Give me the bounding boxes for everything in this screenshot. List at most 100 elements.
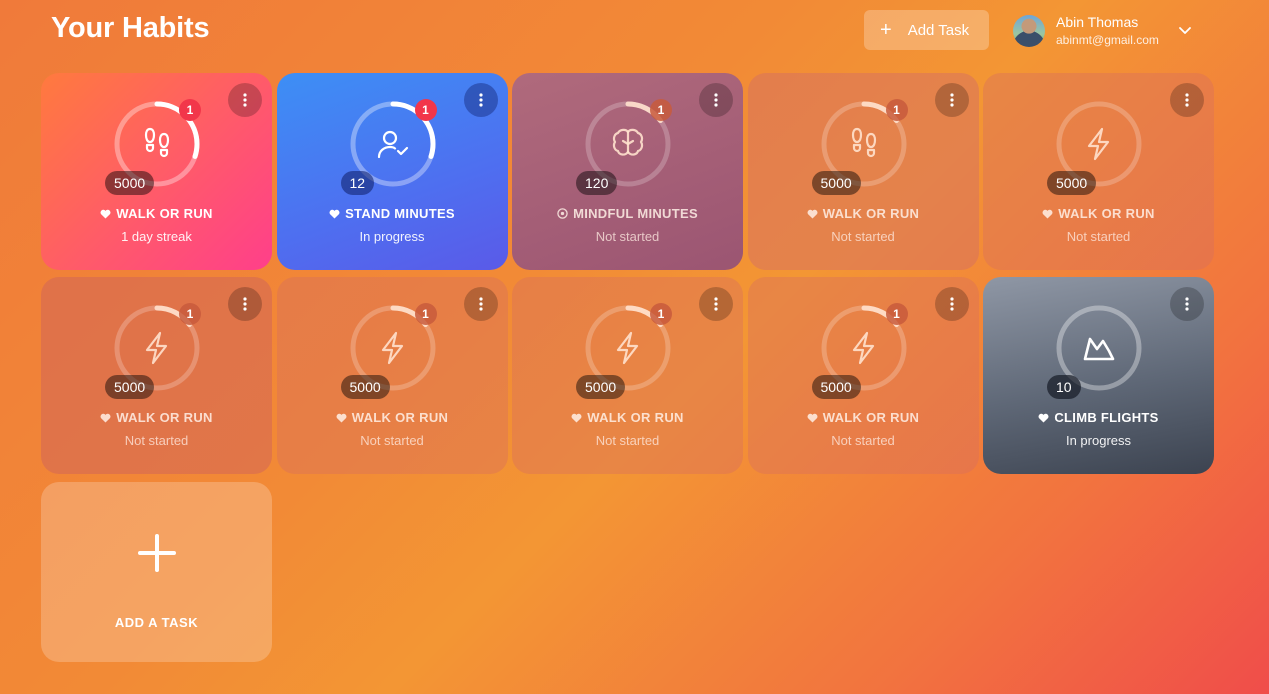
goal-count: 12 <box>340 171 375 195</box>
habit-status: Not started <box>831 229 895 244</box>
habit-card[interactable]: 1 5000 WALK OR RUN Not started <box>512 277 743 474</box>
habit-label: STAND MINUTES <box>277 206 508 221</box>
user-name: Abin Thomas <box>1056 14 1139 31</box>
goal-count: 10 <box>1047 375 1081 399</box>
habit-card[interactable]: 1 5000 WALK OR RUN Not started <box>41 277 272 474</box>
goal-count: 5000 <box>1047 171 1097 195</box>
goal-count: 5000 <box>811 171 861 195</box>
habit-card[interactable]: 1 5000 WALK OR RUN Not started <box>747 277 979 474</box>
habit-label-text: WALK OR RUN <box>351 410 449 425</box>
goal-count: 5000 <box>576 375 626 399</box>
footprints-icon <box>144 127 170 158</box>
target-icon <box>557 208 568 219</box>
habit-label: WALK OR RUN <box>41 206 272 221</box>
bolt-icon <box>616 331 639 365</box>
streak-badge: 1 <box>885 99 908 121</box>
habit-label-text: WALK OR RUN <box>1058 206 1155 221</box>
goal-count: 5000 <box>105 375 155 399</box>
streak-badge: 1 <box>179 99 201 121</box>
streak-badge: 1 <box>179 303 201 325</box>
add-task-card[interactable]: ADD A TASK <box>41 482 272 662</box>
habit-status: Not started <box>831 433 895 448</box>
more-vertical-icon <box>714 93 718 107</box>
heart-icon <box>807 209 818 219</box>
habit-card[interactable]: 1 5000 WALK OR RUN 1 day streak <box>41 73 272 270</box>
more-vertical-icon <box>1185 297 1189 311</box>
habit-card[interactable]: 1 5000 WALK OR RUN Not started <box>276 277 508 474</box>
heart-icon <box>1038 413 1049 423</box>
card-menu-button[interactable] <box>463 83 498 117</box>
card-menu-button[interactable] <box>934 83 969 117</box>
card-menu-button[interactable] <box>1170 287 1204 321</box>
heart-icon <box>329 209 340 219</box>
habit-card[interactable]: 5000 WALK OR RUN Not started <box>983 73 1214 270</box>
mountain-icon <box>1083 337 1115 361</box>
more-vertical-icon <box>478 93 483 107</box>
add-task-card-label: ADD A TASK <box>114 615 199 630</box>
goal-count: 5000 <box>811 375 861 399</box>
chevron-down-icon[interactable] <box>1178 24 1191 38</box>
card-menu-button[interactable] <box>228 83 262 117</box>
habit-card[interactable]: 1 12 STAND MINUTES In progress <box>276 73 508 270</box>
user-email: abinmt@gmail.com <box>1056 32 1159 47</box>
habit-label-text: WALK OR RUN <box>822 410 920 425</box>
habit-card[interactable]: 1 120 MINDFUL MINUTES Not started <box>512 73 743 270</box>
habit-label: MINDFUL MINUTES <box>512 206 743 221</box>
heart-icon <box>336 413 347 423</box>
card-menu-button[interactable] <box>934 287 969 321</box>
goal-count: 5000 <box>105 171 155 195</box>
habit-label-text: STAND MINUTES <box>345 206 455 221</box>
habit-label-text: WALK OR RUN <box>822 206 920 221</box>
heart-icon <box>1042 209 1053 219</box>
habit-card[interactable]: 10 CLIMB FLIGHTS In progress <box>983 277 1214 474</box>
bolt-icon <box>381 331 403 365</box>
page-title: Your Habits <box>51 12 210 44</box>
heart-icon <box>807 413 818 423</box>
card-menu-button[interactable] <box>1170 83 1204 117</box>
streak-badge: 1 <box>650 99 672 121</box>
avatar <box>1013 15 1045 47</box>
more-vertical-icon <box>243 93 247 107</box>
habit-label: CLIMB FLIGHTS <box>983 410 1214 425</box>
habit-label-text: WALK OR RUN <box>116 410 213 425</box>
card-menu-button[interactable] <box>463 287 498 321</box>
card-menu-button[interactable] <box>699 83 733 117</box>
habit-status: In progress <box>1065 433 1132 448</box>
card-menu-button[interactable] <box>228 287 262 321</box>
footprints-icon <box>851 127 876 158</box>
habit-label: WALK OR RUN <box>748 206 979 221</box>
heart-icon <box>100 413 111 423</box>
habit-status: 1 day streak <box>121 229 192 244</box>
more-vertical-icon <box>949 297 954 311</box>
goal-count: 120 <box>576 171 618 195</box>
streak-badge: 1 <box>885 303 908 325</box>
heart-icon <box>571 413 582 423</box>
habit-status: Not started <box>124 433 189 448</box>
streak-badge: 1 <box>650 303 672 325</box>
bolt-icon <box>145 331 168 365</box>
habit-card[interactable]: 1 5000 WALK OR RUN Not started <box>747 73 979 270</box>
habit-label-text: WALK OR RUN <box>116 206 213 221</box>
card-menu-button[interactable] <box>699 287 733 321</box>
goal-count: 5000 <box>340 375 390 399</box>
more-vertical-icon <box>243 297 247 311</box>
habit-status: Not started <box>595 229 660 244</box>
more-vertical-icon <box>478 297 483 311</box>
more-vertical-icon <box>949 93 954 107</box>
habit-label: WALK OR RUN <box>277 410 508 425</box>
habit-status: Not started <box>1066 229 1131 244</box>
heart-icon <box>100 209 111 219</box>
streak-badge: 1 <box>414 303 437 325</box>
habit-label: WALK OR RUN <box>983 206 1214 221</box>
habit-status: In progress <box>359 229 425 244</box>
add-task-button[interactable]: + Add Task <box>864 10 989 50</box>
user-check-icon <box>377 130 408 159</box>
bolt-icon <box>852 331 874 365</box>
bolt-icon <box>1087 127 1110 161</box>
more-vertical-icon <box>714 297 718 311</box>
add-task-label: Add Task <box>907 21 970 39</box>
habit-label-text: MINDFUL MINUTES <box>573 206 698 221</box>
user-menu[interactable]: Abin Thomas abinmt@gmail.com <box>1013 14 1203 48</box>
habit-label-text: WALK OR RUN <box>587 410 684 425</box>
habit-label: WALK OR RUN <box>748 410 979 425</box>
